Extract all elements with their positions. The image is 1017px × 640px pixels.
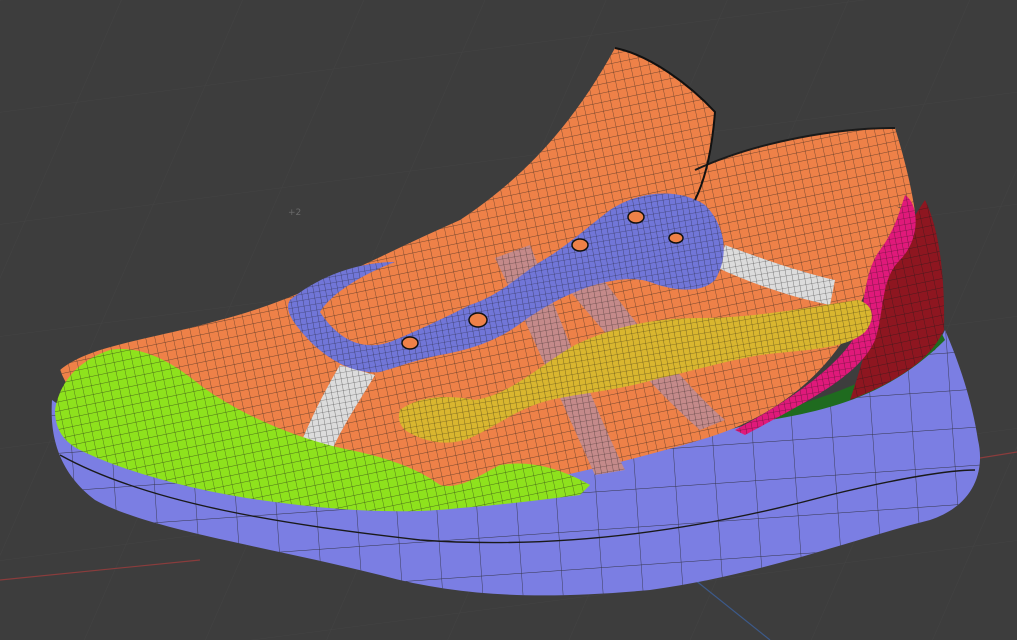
3d-viewport[interactable]: +2 <box>0 0 1017 640</box>
eyelet-2 <box>468 312 488 328</box>
eyelet-5 <box>668 232 684 244</box>
viewport-overlay-label: +2 <box>288 208 302 218</box>
viewport-canvas[interactable] <box>0 0 1017 640</box>
eyelet-1 <box>401 336 419 350</box>
eyelet-3 <box>571 238 589 252</box>
eyelet-4 <box>627 210 645 224</box>
